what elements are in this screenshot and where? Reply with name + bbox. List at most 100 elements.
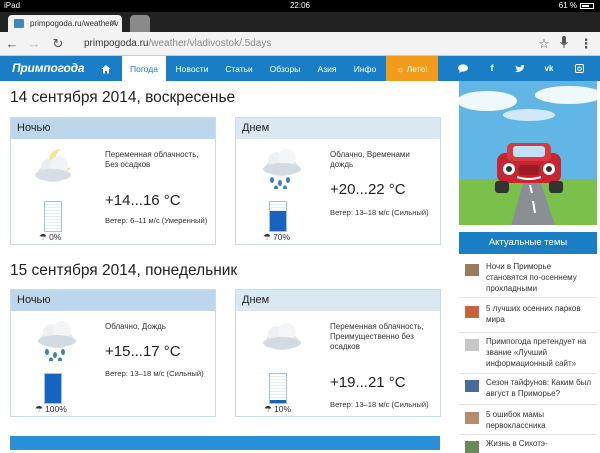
precip-percent: ☂ 0% bbox=[39, 232, 61, 243]
battery-indicator: 61 % bbox=[559, 0, 594, 12]
topic-title: 5 ошибок мамы первоклассника bbox=[486, 410, 546, 430]
new-tab-button[interactable] bbox=[130, 15, 150, 32]
nav-item-asia[interactable]: Азия bbox=[312, 56, 342, 81]
vk-icon[interactable]: vk bbox=[541, 56, 557, 81]
cloud-moon-icon bbox=[35, 148, 71, 182]
forecast-card-day: Днем Облачно, Временами дождь +20...22 °… bbox=[235, 117, 441, 245]
clock: 22:06 bbox=[289, 1, 311, 10]
home-icon[interactable] bbox=[96, 56, 116, 81]
umbrella-icon: ☂ bbox=[264, 404, 273, 414]
battery-percent: 61 % bbox=[558, 1, 577, 10]
forecast-card-night: Ночью Облачно, Дождь +15...17 °C Ветер: … bbox=[10, 289, 216, 417]
twitter-icon[interactable] bbox=[512, 56, 528, 81]
precip-gauge bbox=[269, 373, 287, 404]
precip-value: 10% bbox=[274, 404, 292, 414]
status-bar: iPad 22:06 61 % bbox=[0, 0, 600, 12]
battery-icon bbox=[580, 3, 594, 9]
umbrella-icon: ☂ bbox=[39, 232, 48, 242]
precip-value: 70% bbox=[273, 232, 291, 242]
menu-icon[interactable]: ⋮ bbox=[578, 36, 594, 52]
bookmark-star-icon[interactable]: ☆ bbox=[536, 36, 552, 52]
day-title: 14 сентября 2014, воскресенье bbox=[10, 89, 236, 106]
nav-item-summer-label: Лето! bbox=[406, 64, 428, 74]
forecast-card-day: Днем Переменная облачность, Преимуществе… bbox=[235, 289, 441, 417]
topic-thumbnail bbox=[465, 441, 479, 453]
address-bar[interactable]: primpogoda.ru/weather/vladivostok/.5days bbox=[84, 35, 474, 53]
precip-gauge-fill bbox=[270, 210, 286, 231]
topic-title: 5 лучших осенних парков мира bbox=[486, 304, 581, 324]
browser-tab-active[interactable]: primpogoda.ru/weather/v ✕ bbox=[8, 15, 122, 32]
ad-banner-car[interactable] bbox=[459, 81, 597, 225]
period-label: Днем bbox=[236, 290, 440, 311]
nav-item-news[interactable]: Новости bbox=[170, 56, 214, 81]
tab-strip: primpogoda.ru/weather/v ✕ bbox=[0, 12, 600, 32]
wind-text: Ветер: 13–18 м/с (Сильный) bbox=[330, 208, 429, 217]
sun-icon: ☼ bbox=[396, 64, 407, 74]
url-path: /weather/vladivostok/.5days bbox=[148, 38, 272, 49]
speech-bubble-icon[interactable] bbox=[455, 56, 471, 81]
nav-item-articles[interactable]: Статьи bbox=[220, 56, 258, 81]
back-arrow-icon[interactable]: ← bbox=[4, 36, 20, 52]
precip-gauge-fill bbox=[270, 400, 286, 403]
condition-text: Переменная облачность, Преимущественно б… bbox=[330, 322, 424, 351]
hot-topics-header: Актуальные темы bbox=[459, 232, 597, 254]
temperature: +15...17 °C bbox=[105, 343, 181, 360]
bottom-banner[interactable] bbox=[10, 436, 440, 450]
precip-percent: ☂ 10% bbox=[264, 404, 291, 415]
nav-item-info[interactable]: Инфо bbox=[348, 56, 382, 81]
topic-thumbnail bbox=[465, 339, 479, 351]
precip-percent: ☂ 100% bbox=[35, 404, 67, 415]
temperature: +19...21 °C bbox=[330, 374, 406, 391]
precip-gauge bbox=[269, 201, 287, 232]
reload-icon[interactable]: ↻ bbox=[50, 36, 66, 52]
day-title: 15 сентября 2014, понедельник bbox=[10, 262, 238, 279]
precip-percent: ☂ 70% bbox=[263, 232, 290, 243]
forecast-card-night: Ночью Переменная облачность, Без осадков… bbox=[10, 117, 216, 245]
wind-text: Ветер: 6–11 м/с (Умеренный) bbox=[105, 216, 208, 225]
tab-title: primpogoda.ru/weather/v bbox=[30, 19, 119, 28]
url-host: primpogoda.ru bbox=[84, 38, 149, 49]
temperature: +20...22 °C bbox=[330, 181, 406, 198]
condition-text: Облачно, Дождь bbox=[105, 322, 166, 331]
nav-item-weather[interactable]: Погода bbox=[122, 56, 166, 81]
nav-item-summer[interactable]: ☼ Лето! bbox=[386, 56, 438, 81]
site-logo[interactable]: Примпогода bbox=[12, 59, 85, 78]
hot-topic-item[interactable]: 5 ошибок мамы первоклассника bbox=[459, 409, 597, 435]
hot-topic-item[interactable]: Примпогода претендует на звание «Лучший … bbox=[459, 336, 597, 374]
umbrella-icon: ☂ bbox=[263, 232, 272, 242]
topic-title: Примпогода претендует на звание «Лучший … bbox=[486, 337, 587, 368]
hot-topic-item[interactable]: 5 лучших осенних парков мира bbox=[459, 303, 597, 333]
precip-gauge bbox=[44, 201, 62, 232]
condition-text: Облачно, Временами дождь bbox=[330, 150, 410, 169]
precip-gauge-fill bbox=[45, 374, 61, 403]
instagram-icon[interactable] bbox=[571, 56, 587, 81]
precip-value: 100% bbox=[45, 404, 67, 414]
topic-thumbnail bbox=[465, 380, 479, 392]
site-navbar: Примпогода Погода Новости Статьи Обзоры … bbox=[0, 56, 600, 81]
facebook-icon[interactable]: f bbox=[484, 56, 500, 81]
nav-item-reviews[interactable]: Обзоры bbox=[264, 56, 306, 81]
period-label: Ночью bbox=[11, 290, 215, 311]
precip-value: 0% bbox=[49, 232, 62, 242]
microphone-icon[interactable] bbox=[556, 36, 572, 54]
temperature: +14...16 °C bbox=[105, 192, 181, 209]
period-label: Ночью bbox=[11, 118, 215, 139]
cloud-rain-icon bbox=[38, 321, 76, 361]
topic-title: Ночи в Приморье становятся по-осеннему п… bbox=[486, 262, 577, 293]
cloud-icon bbox=[263, 323, 301, 350]
hot-topic-item[interactable]: Жизнь в Сихотэ- bbox=[459, 438, 597, 453]
cloud-rain-icon bbox=[263, 149, 301, 189]
wind-text: Ветер: 13–18 м/с (Сильный) bbox=[105, 369, 204, 378]
topic-thumbnail bbox=[465, 264, 479, 276]
period-label: Днем bbox=[236, 118, 440, 139]
close-tab-icon[interactable]: ✕ bbox=[109, 15, 117, 32]
umbrella-icon: ☂ bbox=[35, 404, 44, 414]
browser-toolbar: ← → ↻ primpogoda.ru/weather/vladivostok/… bbox=[0, 32, 600, 56]
topic-thumbnail bbox=[465, 306, 479, 318]
topic-title: Жизнь в Сихотэ- bbox=[486, 439, 548, 448]
favicon-icon bbox=[14, 19, 24, 28]
hot-topic-item[interactable]: Ночи в Приморье становятся по-осеннему п… bbox=[459, 261, 597, 298]
precip-gauge bbox=[44, 373, 62, 404]
forward-arrow-icon[interactable]: → bbox=[26, 36, 42, 52]
hot-topic-item[interactable]: Сезон тайфунов: Каким был август в Примо… bbox=[459, 377, 597, 405]
